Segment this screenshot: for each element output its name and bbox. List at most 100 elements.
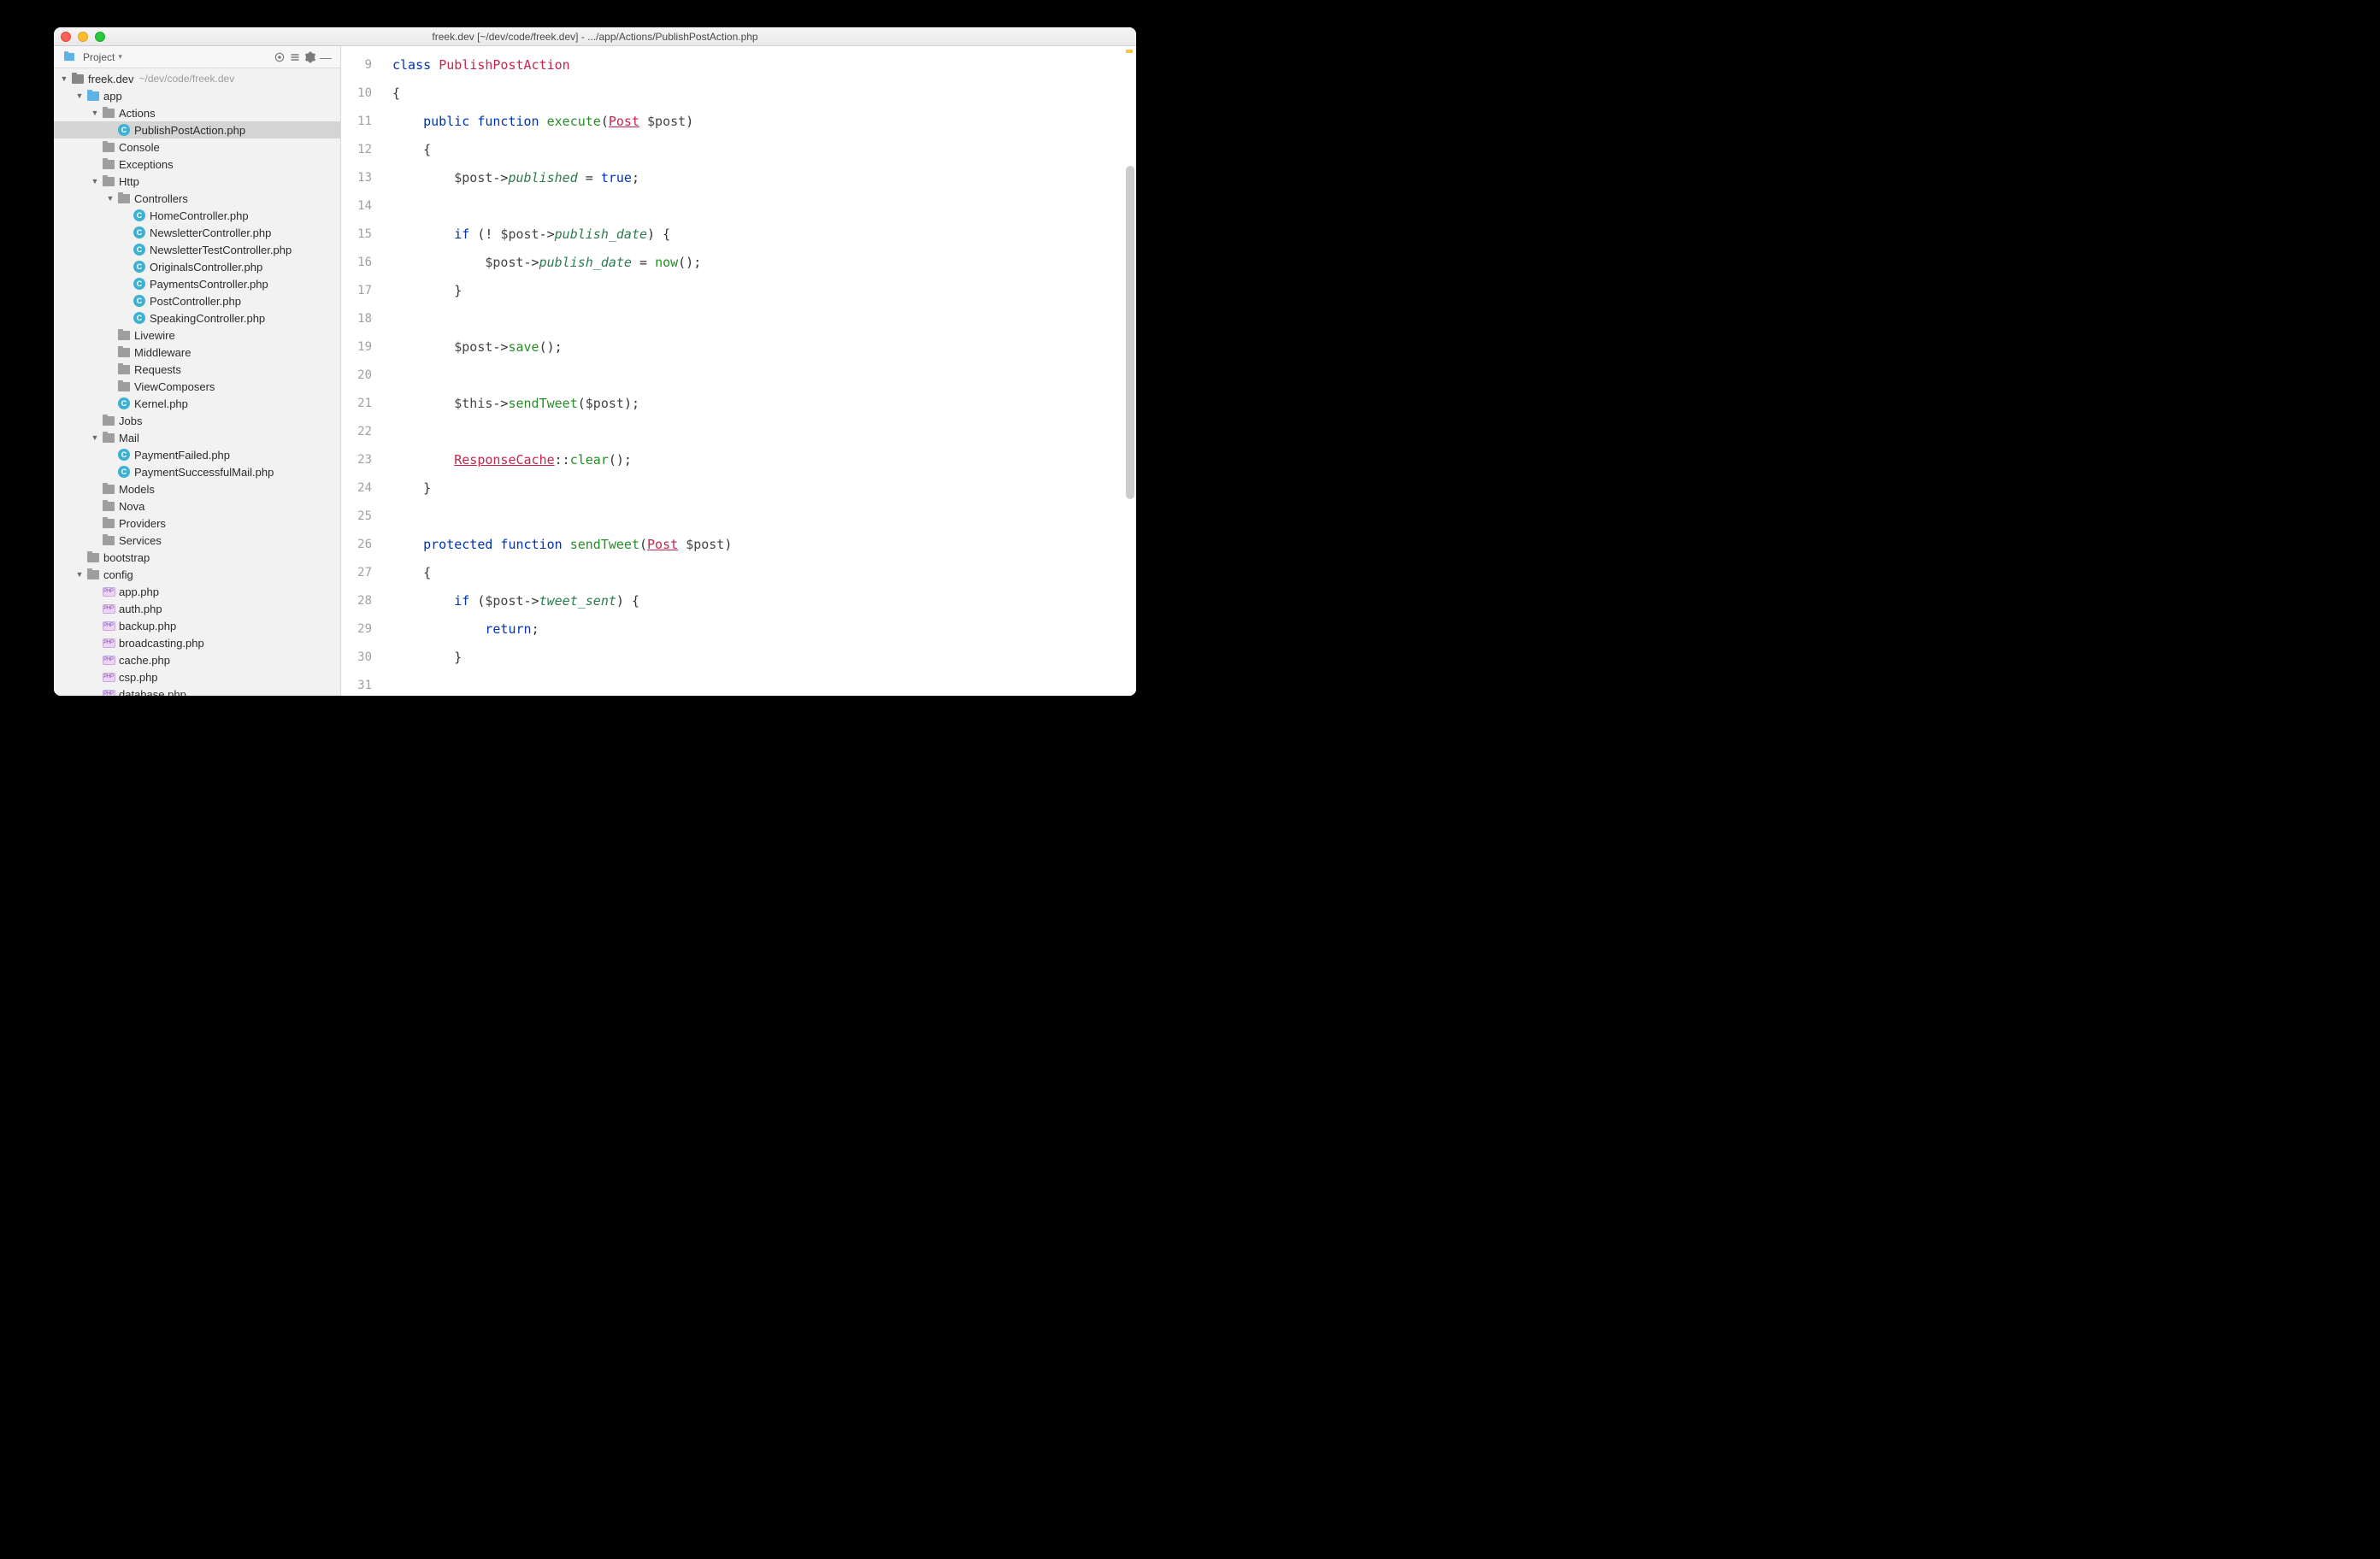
editor-pane[interactable]: 9101112131415161718192021222324252627282…	[341, 46, 1136, 696]
code-line[interactable]	[392, 503, 1136, 531]
code-line[interactable]: $post->published = true;	[392, 164, 1136, 192]
project-tree[interactable]: ▼freek.dev~/dev/code/freek.dev▼app▼Actio…	[54, 68, 340, 696]
code-line[interactable]	[392, 362, 1136, 390]
scrollbar[interactable]	[1126, 46, 1134, 696]
project-selector[interactable]: Project ▾	[61, 50, 122, 64]
tree-item-label: NewsletterTestController.php	[150, 244, 292, 256]
code-line[interactable]: ResponseCache::clear();	[392, 446, 1136, 474]
code-line[interactable]: return;	[392, 615, 1136, 644]
code-line[interactable]: {	[392, 136, 1136, 164]
disclosure-arrow-icon[interactable]: ▼	[90, 109, 100, 117]
tree-folder[interactable]: ▼Controllers	[54, 190, 340, 207]
tree-file[interactable]: PHPbackup.php	[54, 617, 340, 634]
locate-icon[interactable]	[272, 50, 287, 65]
tree-folder[interactable]: ▼config	[54, 566, 340, 583]
code-line[interactable]: }	[392, 474, 1136, 503]
tree-item-label: Http	[119, 175, 139, 188]
tree-folder[interactable]: ▼ Http	[54, 173, 340, 190]
code-line[interactable]	[392, 418, 1136, 446]
class-file-icon: C	[133, 294, 146, 308]
hide-icon[interactable]: —	[318, 50, 333, 65]
code-line[interactable]: public function execute(Post $post)	[392, 108, 1136, 136]
line-number: 25	[341, 503, 372, 531]
code-area[interactable]: class PublishPostAction{ public function…	[380, 46, 1136, 696]
tree-file[interactable]: bootstrap	[54, 549, 340, 566]
tree-file[interactable]: CSpeakingController.php	[54, 309, 340, 327]
code-line[interactable]: {	[392, 79, 1136, 108]
tree-file[interactable]: PHPbroadcasting.php	[54, 634, 340, 651]
tree-file[interactable]: CNewsletterController.php	[54, 224, 340, 241]
tree-file[interactable]: PHPcache.php	[54, 651, 340, 668]
line-number: 15	[341, 221, 372, 249]
titlebar[interactable]: freek.dev [~/dev/code/freek.dev] - .../a…	[54, 27, 1136, 46]
tree-file[interactable]: CKernel.php	[54, 395, 340, 412]
tree-file[interactable]: PHPcsp.php	[54, 668, 340, 685]
line-number: 17	[341, 277, 372, 305]
expand-all-icon[interactable]	[287, 50, 303, 65]
minimize-icon[interactable]	[78, 32, 88, 42]
folder-icon	[117, 345, 131, 359]
tree-file[interactable]: Requests	[54, 361, 340, 378]
tree-file[interactable]: C PostController.php	[54, 292, 340, 309]
disclosure-arrow-icon[interactable]: ▼	[90, 177, 100, 185]
ide-window: freek.dev [~/dev/code/freek.dev] - .../a…	[54, 27, 1136, 696]
tree-folder[interactable]: ▼app	[54, 87, 340, 104]
class-file-icon: C	[133, 311, 146, 325]
code-line[interactable]: $this->sendTweet($post);	[392, 390, 1136, 418]
code-line[interactable]: class PublishPostAction	[392, 51, 1136, 79]
line-number: 14	[341, 192, 372, 221]
disclosure-arrow-icon[interactable]: ▼	[105, 194, 115, 203]
code-line[interactable]: if ($post->tweet_sent) {	[392, 587, 1136, 615]
tree-file[interactable]: CPaymentSuccessfulMail.php	[54, 463, 340, 480]
code-line[interactable]	[392, 192, 1136, 221]
line-number: 23	[341, 446, 372, 474]
scrollbar-thumb[interactable]	[1126, 166, 1134, 499]
code-line[interactable]: {	[392, 559, 1136, 587]
disclosure-arrow-icon[interactable]: ▼	[59, 74, 69, 83]
close-icon[interactable]	[61, 32, 71, 42]
tree-file[interactable]: CNewsletterTestController.php	[54, 241, 340, 258]
disclosure-arrow-icon[interactable]: ▼	[74, 91, 85, 100]
tree-folder[interactable]: ▼freek.dev~/dev/code/freek.dev	[54, 70, 340, 87]
tree-file[interactable]: Providers	[54, 515, 340, 532]
code-line[interactable]: }	[392, 644, 1136, 672]
tree-file[interactable]: PHPauth.php	[54, 600, 340, 617]
tree-file[interactable]: Jobs	[54, 412, 340, 429]
code-line[interactable]: if (! $post->publish_date) {	[392, 221, 1136, 249]
folder-icon	[102, 499, 115, 513]
project-sidebar: Project ▾ — ▼freek.dev~/dev/code/freek.d…	[54, 46, 341, 696]
tree-file[interactable]: Livewire	[54, 327, 340, 344]
tree-file[interactable]: CPaymentFailed.php	[54, 446, 340, 463]
tree-item-label: Models	[119, 483, 155, 496]
php-file-icon: PHP	[102, 636, 115, 650]
tree-file[interactable]: ViewComposers	[54, 378, 340, 395]
code-line[interactable]: }	[392, 277, 1136, 305]
tree-folder[interactable]: ▼Mail	[54, 429, 340, 446]
folder-icon	[117, 379, 131, 393]
tree-file[interactable]: CPublishPostAction.php	[54, 121, 340, 138]
zoom-icon[interactable]	[95, 32, 105, 42]
code-line[interactable]: $post->save();	[392, 333, 1136, 362]
tree-item-label: PostController.php	[150, 295, 241, 308]
disclosure-arrow-icon[interactable]: ▼	[90, 433, 100, 442]
line-number: 18	[341, 305, 372, 333]
tree-file[interactable]: CPaymentsController.php	[54, 275, 340, 292]
code-line[interactable]	[392, 305, 1136, 333]
tree-file[interactable]: Models	[54, 480, 340, 497]
tree-file[interactable]: Middleware	[54, 344, 340, 361]
tree-file[interactable]: CHomeController.php	[54, 207, 340, 224]
gear-icon[interactable]	[303, 50, 318, 65]
tree-file[interactable]: Exceptions	[54, 156, 340, 173]
tree-file[interactable]: Console	[54, 138, 340, 156]
code-line[interactable]: $post->publish_date = now();	[392, 249, 1136, 277]
tree-file[interactable]: Nova	[54, 497, 340, 515]
tree-file[interactable]: COriginalsController.php	[54, 258, 340, 275]
tree-file[interactable]: PHPapp.php	[54, 583, 340, 600]
tree-file[interactable]: Services	[54, 532, 340, 549]
code-line[interactable]: protected function sendTweet(Post $post)	[392, 531, 1136, 559]
disclosure-arrow-icon[interactable]: ▼	[74, 570, 85, 579]
sidebar-header[interactable]: Project ▾ —	[54, 46, 340, 68]
code-line[interactable]	[392, 672, 1136, 696]
tree-file[interactable]: PHPdatabase.php	[54, 685, 340, 696]
tree-folder[interactable]: ▼Actions	[54, 104, 340, 121]
